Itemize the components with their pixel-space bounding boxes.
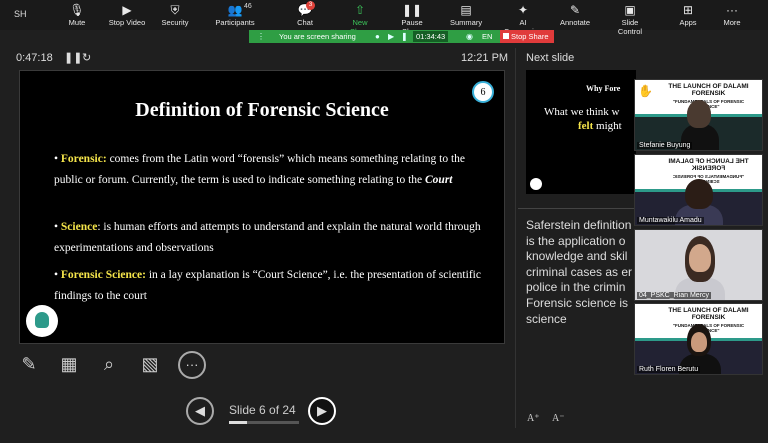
participant-video[interactable]: THE LAUNCH OF DALAMI FORENSIK "FUNDAMENT…	[634, 303, 763, 375]
participant-count: 46	[244, 3, 252, 10]
apps-button[interactable]: ⊞ Apps	[678, 2, 698, 30]
pen-tool-icon[interactable]: ✎	[17, 352, 41, 376]
apps-icon: ⊞	[682, 3, 694, 17]
pause-icon[interactable]: ❚	[401, 30, 408, 43]
next-slide-button[interactable]: ▶	[308, 397, 336, 425]
next-slide-preview[interactable]: Why Fore What we think w felt might	[526, 70, 636, 194]
head-magnifier-icon	[35, 312, 49, 328]
black-screen-icon[interactable]: ▧	[138, 352, 162, 376]
chat-badge: 3	[306, 1, 315, 10]
slide-title: Definition of Forensic Science	[135, 99, 389, 121]
slide-control-icon: ▣	[624, 3, 636, 17]
slide-control-button[interactable]: ▣ Slide Control	[609, 2, 651, 36]
participant-face	[691, 332, 707, 352]
slide-counter: Slide 6 of 24	[229, 403, 296, 417]
participant-name: 04_PSKC_Rian Mercy	[637, 292, 712, 299]
summary-icon: ▤	[460, 3, 472, 17]
participant-face	[689, 244, 711, 272]
panel-divider	[515, 48, 516, 428]
stop-video-button[interactable]: ▶ Stop Video	[108, 2, 146, 30]
forensic-logo	[26, 305, 58, 337]
forensic-logo	[530, 178, 542, 190]
pause-timer-icon[interactable]: ❚❚	[64, 51, 82, 64]
bullet-forensic-science: • Forensic Science: in a lay explanation…	[54, 269, 481, 302]
slide-progress-fill	[229, 421, 247, 424]
ai-companion-button[interactable]: ✦AI Companion	[500, 2, 546, 36]
slide-number-badge: 6	[472, 81, 494, 103]
participant-name: Muntawakilu Amadu	[637, 217, 704, 224]
speaker-notes: Saferstein definition is the application…	[526, 218, 633, 326]
participant-name: Stefanie Buyung	[637, 142, 693, 149]
next-slide-label: Next slide	[526, 52, 575, 64]
shield-icon: ⛨	[170, 3, 180, 17]
all-slides-icon[interactable]: ▦	[57, 352, 81, 376]
share-timer: 01:34:43	[413, 31, 449, 42]
clock-time: 12:21 PM	[461, 52, 509, 64]
bullet-science: • Science: is human efforts and attempts…	[54, 221, 481, 254]
restart-timer-icon[interactable]: ↻	[82, 51, 91, 64]
current-slide: Definition of Forensic Science 6 • Foren…	[19, 70, 505, 344]
new-share-button[interactable]: ⇧New Share	[342, 2, 378, 36]
participant-video[interactable]: THE LAUNCH OF DALAMI FORENSIK "FUNDAMENT…	[634, 79, 763, 151]
participant-face	[687, 100, 711, 128]
annotate-button[interactable]: ✎ Annotate	[559, 2, 591, 30]
microphone-icon[interactable]: ●	[375, 30, 380, 43]
stop-share-button[interactable]: Stop Share	[500, 30, 554, 43]
participant-face	[685, 179, 713, 209]
language-indicator[interactable]: EN	[482, 30, 492, 43]
grip-icon: ⋮	[257, 32, 265, 41]
video-icon[interactable]: ▶	[388, 30, 394, 43]
meeting-toolbar: SH 🎙 Mute ▶ Stop Video ⛨ Security 👥 Particip…	[0, 0, 768, 36]
elapsed-time: 0:47:18	[16, 52, 53, 64]
pause-share-button[interactable]: ❚❚Pause Share	[392, 2, 432, 36]
mute-button[interactable]: 🎙 Mute	[66, 2, 88, 30]
share-arrow-icon: ⇧	[354, 3, 366, 17]
sparkle-icon: ✦	[517, 3, 529, 17]
audio-icon[interactable]: ◉	[466, 30, 473, 43]
zoom-magnifier-icon[interactable]: ⌕	[97, 352, 121, 376]
stop-icon	[503, 33, 509, 39]
more-options-button[interactable]: ···	[178, 351, 206, 379]
decrease-font-icon[interactable]: A⁻	[552, 413, 565, 424]
more-button[interactable]: ··· More	[721, 2, 743, 30]
participant-name: Ruth Floren Berutu	[637, 366, 701, 373]
microphone-icon: 🎙	[69, 3, 85, 17]
notes-divider	[518, 208, 636, 209]
sharing-message: You are screen sharing	[279, 32, 356, 41]
participant-video[interactable]: THE LAUNCH OF DALAMI FORENSIK "FUNDAMENT…	[634, 154, 763, 226]
participant-video[interactable]: 04_PSKC_Rian Mercy	[634, 229, 763, 301]
more-dots-icon: ···	[726, 3, 738, 17]
previous-slide-button[interactable]: ◀	[186, 397, 214, 425]
bullet-forensic: • Forensic: comes from the Latin word “f…	[54, 153, 466, 186]
security-button[interactable]: ⛨ Security	[160, 2, 190, 30]
screen-sharing-bar: ⋮ You are screen sharing ● ▶ ❚ 01:34:43 …	[249, 30, 500, 43]
pause-icon: ❚❚	[401, 3, 423, 17]
increase-font-icon[interactable]: A⁺	[527, 413, 540, 424]
summary-button[interactable]: ▤ Summary	[450, 2, 482, 30]
pen-icon: ✎	[569, 3, 581, 17]
video-camera-icon: ▶	[122, 3, 132, 17]
raised-hand-icon: ✋	[638, 84, 653, 98]
window-label: SH	[14, 9, 27, 19]
slide-progress-bar	[229, 421, 299, 424]
